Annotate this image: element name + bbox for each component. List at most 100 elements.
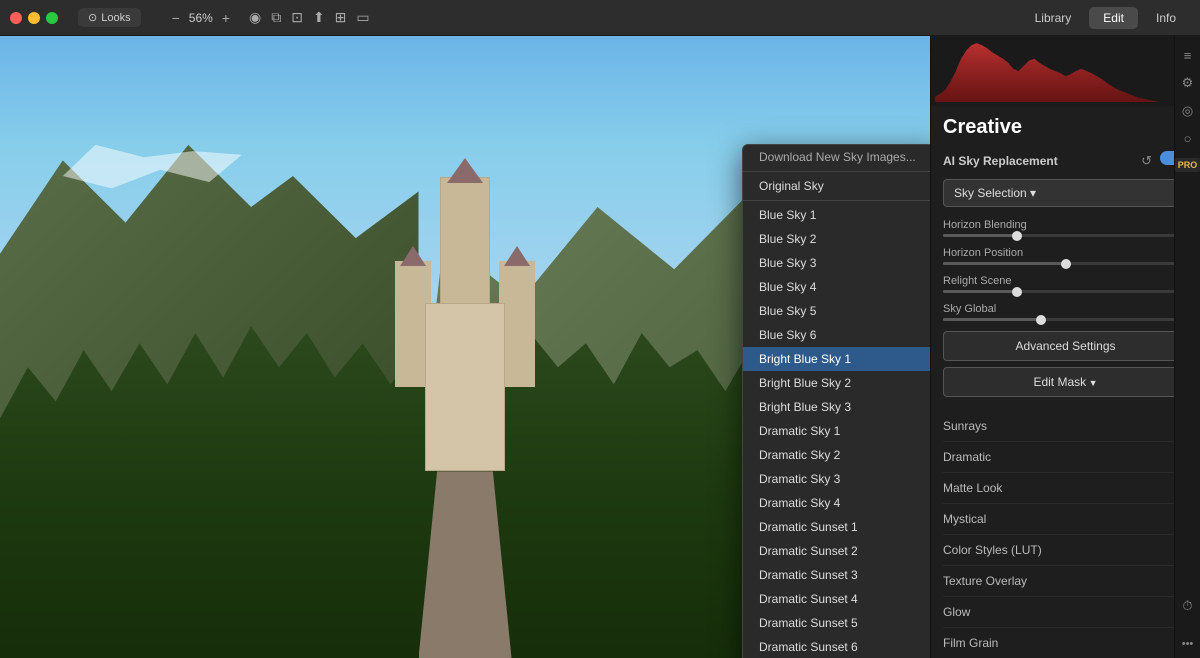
category-film-grain[interactable]: Film Grain › bbox=[943, 628, 1188, 658]
category-sunrays-label: Sunrays bbox=[943, 419, 987, 433]
category-mystical-label: Mystical bbox=[943, 512, 986, 526]
sky-selector-label: Sky Selection ▾ bbox=[954, 186, 1036, 200]
horizon-blending-thumb[interactable] bbox=[1012, 231, 1022, 241]
sky-item-3[interactable]: Blue Sky 4 bbox=[743, 275, 930, 299]
sky-global-slider-row: Sky Global 30 bbox=[943, 303, 1188, 321]
tab-library[interactable]: Library bbox=[1021, 7, 1086, 29]
castle bbox=[365, 191, 565, 471]
close-button[interactable] bbox=[10, 12, 22, 24]
ai-sky-header: AI Sky Replacement ↺ bbox=[943, 151, 1188, 171]
advanced-settings-button[interactable]: Advanced Settings bbox=[943, 331, 1188, 361]
category-film-grain-label: Film Grain bbox=[943, 636, 998, 650]
category-sunrays[interactable]: Sunrays › bbox=[943, 411, 1188, 442]
horizon-position-label-row: Horizon Position 0 bbox=[943, 247, 1188, 259]
horizon-position-slider-row: Horizon Position 0 bbox=[943, 247, 1188, 265]
zoom-minus-button[interactable]: − bbox=[169, 10, 183, 26]
castle-body bbox=[425, 303, 505, 471]
ai-sky-section: AI Sky Replacement ↺ Sky Selection ▾ Hor… bbox=[943, 151, 1188, 403]
sky-item-11[interactable]: Dramatic Sky 3 bbox=[743, 467, 930, 491]
reset-button[interactable]: ↺ bbox=[1139, 151, 1154, 171]
ai-sky-title: AI Sky Replacement bbox=[943, 154, 1058, 168]
horizon-blending-track[interactable] bbox=[943, 234, 1188, 237]
horizon-blending-label: Horizon Blending bbox=[943, 219, 1027, 231]
pro-side-badge: PRO bbox=[1175, 158, 1200, 172]
sky-item-2[interactable]: Blue Sky 3 bbox=[743, 251, 930, 275]
sky-item-8[interactable]: Bright Blue Sky 3 bbox=[743, 395, 930, 419]
sky-item-17[interactable]: Dramatic Sunset 5 bbox=[743, 611, 930, 635]
looks-button[interactable]: ⊙ Looks bbox=[78, 8, 141, 27]
dropdown-divider-2 bbox=[743, 200, 930, 201]
edit-mask-button[interactable]: Edit Mask bbox=[943, 367, 1188, 397]
sky-item-6[interactable]: Bright Blue Sky 1 bbox=[743, 347, 930, 371]
maximize-button[interactable] bbox=[46, 12, 58, 24]
download-sky-item[interactable]: Download New Sky Images... bbox=[743, 145, 930, 169]
category-glow[interactable]: Glow › bbox=[943, 597, 1188, 628]
titlebar-tools: ◉ ⧉ ⊡ ⬆ ⊞ ▭ bbox=[249, 9, 370, 26]
sky-item-16[interactable]: Dramatic Sunset 4 bbox=[743, 587, 930, 611]
history-side-icon[interactable]: ⏱ bbox=[1182, 598, 1192, 614]
category-texture-overlay[interactable]: Texture Overlay › bbox=[943, 566, 1188, 597]
sliders-side-icon[interactable]: ⚙ bbox=[1182, 75, 1194, 91]
sky-item-5[interactable]: Blue Sky 6 bbox=[743, 323, 930, 347]
minimize-button[interactable] bbox=[28, 12, 40, 24]
sky-item-4[interactable]: Blue Sky 5 bbox=[743, 299, 930, 323]
category-color-styles[interactable]: Color Styles (LUT) › bbox=[943, 535, 1188, 566]
histogram bbox=[931, 36, 1200, 106]
original-sky-item[interactable]: Original Sky bbox=[743, 174, 930, 198]
category-glow-label: Glow bbox=[943, 605, 970, 619]
panel-content: Creative AI Sky Replacement ↺ Sky Select… bbox=[931, 106, 1200, 658]
sky-global-fill bbox=[943, 318, 1041, 321]
section-title: Creative bbox=[943, 116, 1188, 139]
sky-item-18[interactable]: Dramatic Sunset 6 bbox=[743, 635, 930, 658]
sky-item-12[interactable]: Dramatic Sky 4 bbox=[743, 491, 930, 515]
tab-edit[interactable]: Edit bbox=[1089, 7, 1138, 29]
sky-dropdown-menu: Download New Sky Images... Original Sky … bbox=[742, 144, 930, 658]
horizon-blending-slider-row: Horizon Blending 20 bbox=[943, 219, 1188, 237]
looks-icon: ⊙ bbox=[88, 11, 97, 24]
circle-side-icon[interactable]: ○ bbox=[1184, 131, 1192, 146]
relight-scene-track[interactable] bbox=[943, 290, 1188, 293]
category-matte-look[interactable]: Matte Look › bbox=[943, 473, 1188, 504]
titlebar: ⊙ Looks − 56% + ◉ ⧉ ⊡ ⬆ ⊞ ▭ Library Edit… bbox=[0, 0, 1200, 36]
sky-item-7[interactable]: Bright Blue Sky 2 bbox=[743, 371, 930, 395]
relight-scene-thumb[interactable] bbox=[1012, 287, 1022, 297]
dropdown-divider-1 bbox=[743, 171, 930, 172]
category-matte-label: Matte Look bbox=[943, 481, 1002, 495]
horizon-position-track[interactable] bbox=[943, 262, 1188, 265]
horizon-blending-label-row: Horizon Blending 20 bbox=[943, 219, 1188, 231]
photo-canvas[interactable]: Download New Sky Images... Original Sky … bbox=[0, 36, 930, 658]
crop-icon[interactable]: ⊡ bbox=[291, 9, 303, 26]
zoom-plus-button[interactable]: + bbox=[219, 10, 233, 26]
category-dramatic[interactable]: Dramatic › bbox=[943, 442, 1188, 473]
grid-icon[interactable]: ⊞ bbox=[335, 9, 347, 26]
sky-selector-button[interactable]: Sky Selection ▾ bbox=[943, 179, 1188, 207]
horizon-position-thumb[interactable] bbox=[1061, 259, 1071, 269]
sky-global-label: Sky Global bbox=[943, 303, 996, 315]
layers-icon[interactable]: ⧉ bbox=[271, 9, 281, 26]
category-mystical[interactable]: Mystical › bbox=[943, 504, 1188, 535]
category-texture-label: Texture Overlay bbox=[943, 574, 1027, 588]
sky-item-0[interactable]: Blue Sky 1 bbox=[743, 203, 930, 227]
right-panel: Creative AI Sky Replacement ↺ Sky Select… bbox=[930, 36, 1200, 658]
export-icon[interactable]: ⬆ bbox=[313, 9, 325, 26]
sky-item-14[interactable]: Dramatic Sunset 2 bbox=[743, 539, 930, 563]
relight-scene-label-row: Relight Scene 20 bbox=[943, 275, 1188, 287]
sky-item-1[interactable]: Blue Sky 2 bbox=[743, 227, 930, 251]
face-side-icon[interactable]: ◎ bbox=[1182, 103, 1193, 119]
layers-side-icon[interactable]: ≡ bbox=[1184, 48, 1192, 63]
sky-item-15[interactable]: Dramatic Sunset 3 bbox=[743, 563, 930, 587]
more-side-icon[interactable]: ••• bbox=[1182, 638, 1194, 650]
sky-item-10[interactable]: Dramatic Sky 2 bbox=[743, 443, 930, 467]
sky-item-13[interactable]: Dramatic Sunset 1 bbox=[743, 515, 930, 539]
view-icon[interactable]: ▭ bbox=[356, 9, 369, 26]
zoom-value: 56% bbox=[185, 11, 217, 25]
traffic-lights bbox=[10, 12, 58, 24]
sky-global-thumb[interactable] bbox=[1036, 315, 1046, 325]
sky-global-track[interactable] bbox=[943, 318, 1188, 321]
category-color-styles-label: Color Styles (LUT) bbox=[943, 543, 1042, 557]
sky-item-9[interactable]: Dramatic Sky 1 bbox=[743, 419, 930, 443]
horizon-position-label: Horizon Position bbox=[943, 247, 1023, 259]
relight-scene-label: Relight Scene bbox=[943, 275, 1012, 287]
eye-icon[interactable]: ◉ bbox=[249, 9, 261, 26]
tab-info[interactable]: Info bbox=[1142, 7, 1190, 29]
